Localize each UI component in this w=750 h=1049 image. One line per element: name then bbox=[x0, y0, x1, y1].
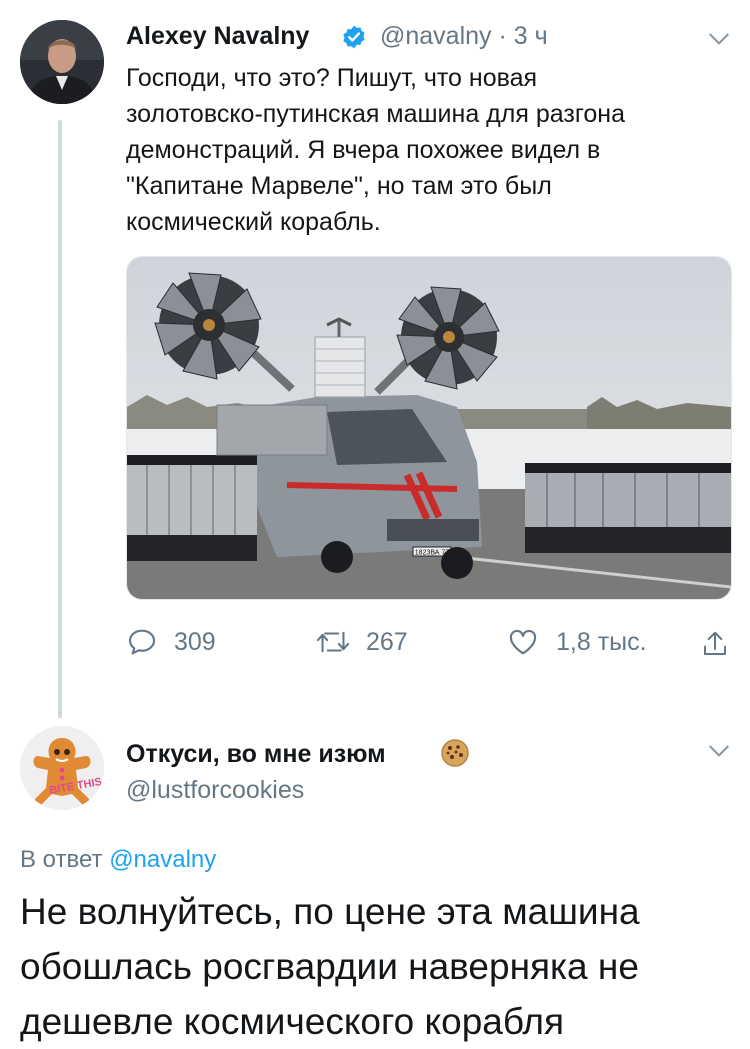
heart-icon bbox=[509, 629, 537, 655]
author-handle[interactable]: @navalny bbox=[380, 22, 492, 50]
avatar-navalny[interactable] bbox=[20, 20, 104, 104]
reply-text: Не волнуйтесь, по цене эта машина обошла… bbox=[20, 891, 640, 1042]
retweet-action[interactable]: 267 bbox=[316, 626, 408, 658]
tweet-text: Господи, что это? Пишут, что новая золот… bbox=[126, 64, 626, 236]
cookie-emoji-icon bbox=[440, 738, 470, 773]
separator: · bbox=[498, 22, 507, 50]
reply-icon bbox=[128, 629, 156, 655]
like-count: 1,8 тыс. bbox=[556, 627, 647, 656]
like-action[interactable]: 1,8 тыс. bbox=[506, 626, 647, 658]
tweet-time[interactable]: 3 ч bbox=[514, 22, 548, 50]
verified-badge-icon bbox=[341, 24, 367, 55]
reply-author-name[interactable]: Откуси, во мне изюм bbox=[126, 740, 386, 769]
retweet-icon bbox=[316, 631, 350, 653]
in-reply-to: В ответ @navalny bbox=[20, 846, 216, 874]
reply-chevron-down-icon[interactable] bbox=[706, 738, 732, 764]
thread-line bbox=[58, 120, 62, 718]
in-reply-prefix: В ответ bbox=[20, 846, 103, 873]
avatar-lustforcookies[interactable]: BITE THIS bbox=[20, 726, 104, 810]
retweet-count: 267 bbox=[366, 627, 408, 656]
author-name[interactable]: Alexey Navalny bbox=[126, 22, 309, 51]
share-icon[interactable] bbox=[700, 628, 730, 665]
reply-author-handle[interactable]: @lustforcookies bbox=[126, 776, 304, 805]
tweet-media-image[interactable]: 1823ВА 77 bbox=[126, 256, 732, 600]
in-reply-handle-link[interactable]: @navalny bbox=[109, 846, 216, 873]
chevron-down-icon[interactable] bbox=[706, 26, 732, 52]
reply-action[interactable]: 309 bbox=[126, 626, 216, 658]
reply-count: 309 bbox=[174, 627, 216, 656]
